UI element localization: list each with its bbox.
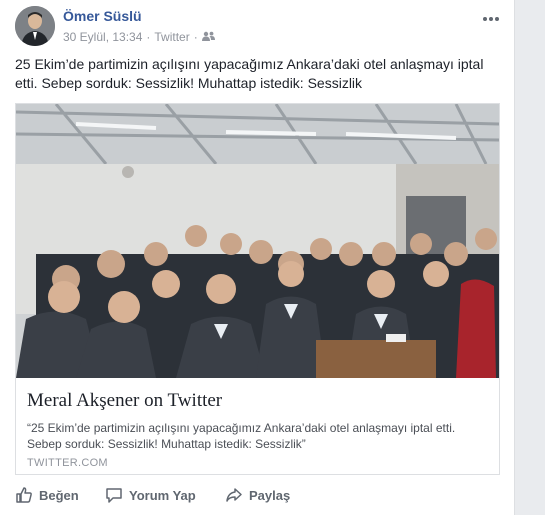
friends-icon[interactable] — [201, 30, 215, 44]
link-domain: TWITTER.COM — [27, 457, 108, 469]
post-meta: 30 Eylül, 13:34 · Twitter · — [63, 30, 215, 44]
link-preview[interactable]: Meral Akşener on Twitter “25 Ekim’de par… — [15, 103, 500, 475]
link-preview-image[interactable] — [16, 104, 499, 378]
post-source[interactable]: Twitter — [154, 30, 189, 44]
author-avatar[interactable] — [15, 6, 55, 46]
link-title[interactable]: Meral Akşener on Twitter — [27, 390, 222, 412]
post-card: Ömer Süslü 30 Eylül, 13:34 · Twitter · 2… — [0, 0, 515, 515]
share-label: Paylaş — [249, 487, 291, 503]
link-preview-info[interactable]: Meral Akşener on Twitter “25 Ekim’de par… — [16, 378, 499, 474]
author-name[interactable]: Ömer Süslü — [63, 8, 142, 24]
share-icon — [225, 486, 243, 504]
post-timestamp[interactable]: 30 Eylül, 13:34 — [63, 30, 142, 44]
like-button[interactable]: Beğen — [15, 486, 105, 504]
link-description: “25 Ekim’de partimizin açılışını yapacağ… — [27, 421, 456, 451]
meta-separator: · — [193, 30, 198, 44]
thumbs-up-icon — [15, 486, 33, 504]
comment-label: Yorum Yap — [129, 487, 196, 503]
comment-button[interactable]: Yorum Yap — [105, 486, 225, 504]
share-button[interactable]: Paylaş — [225, 486, 315, 504]
comment-icon — [105, 486, 123, 504]
post-text: 25 Ekim’de partimizin açılışını yapacağı… — [15, 56, 484, 91]
like-label: Beğen — [39, 487, 79, 503]
post-actions: Beğen Yorum Yap Paylaş — [15, 486, 315, 504]
meta-separator: · — [146, 30, 151, 44]
more-options-icon[interactable] — [482, 6, 500, 27]
